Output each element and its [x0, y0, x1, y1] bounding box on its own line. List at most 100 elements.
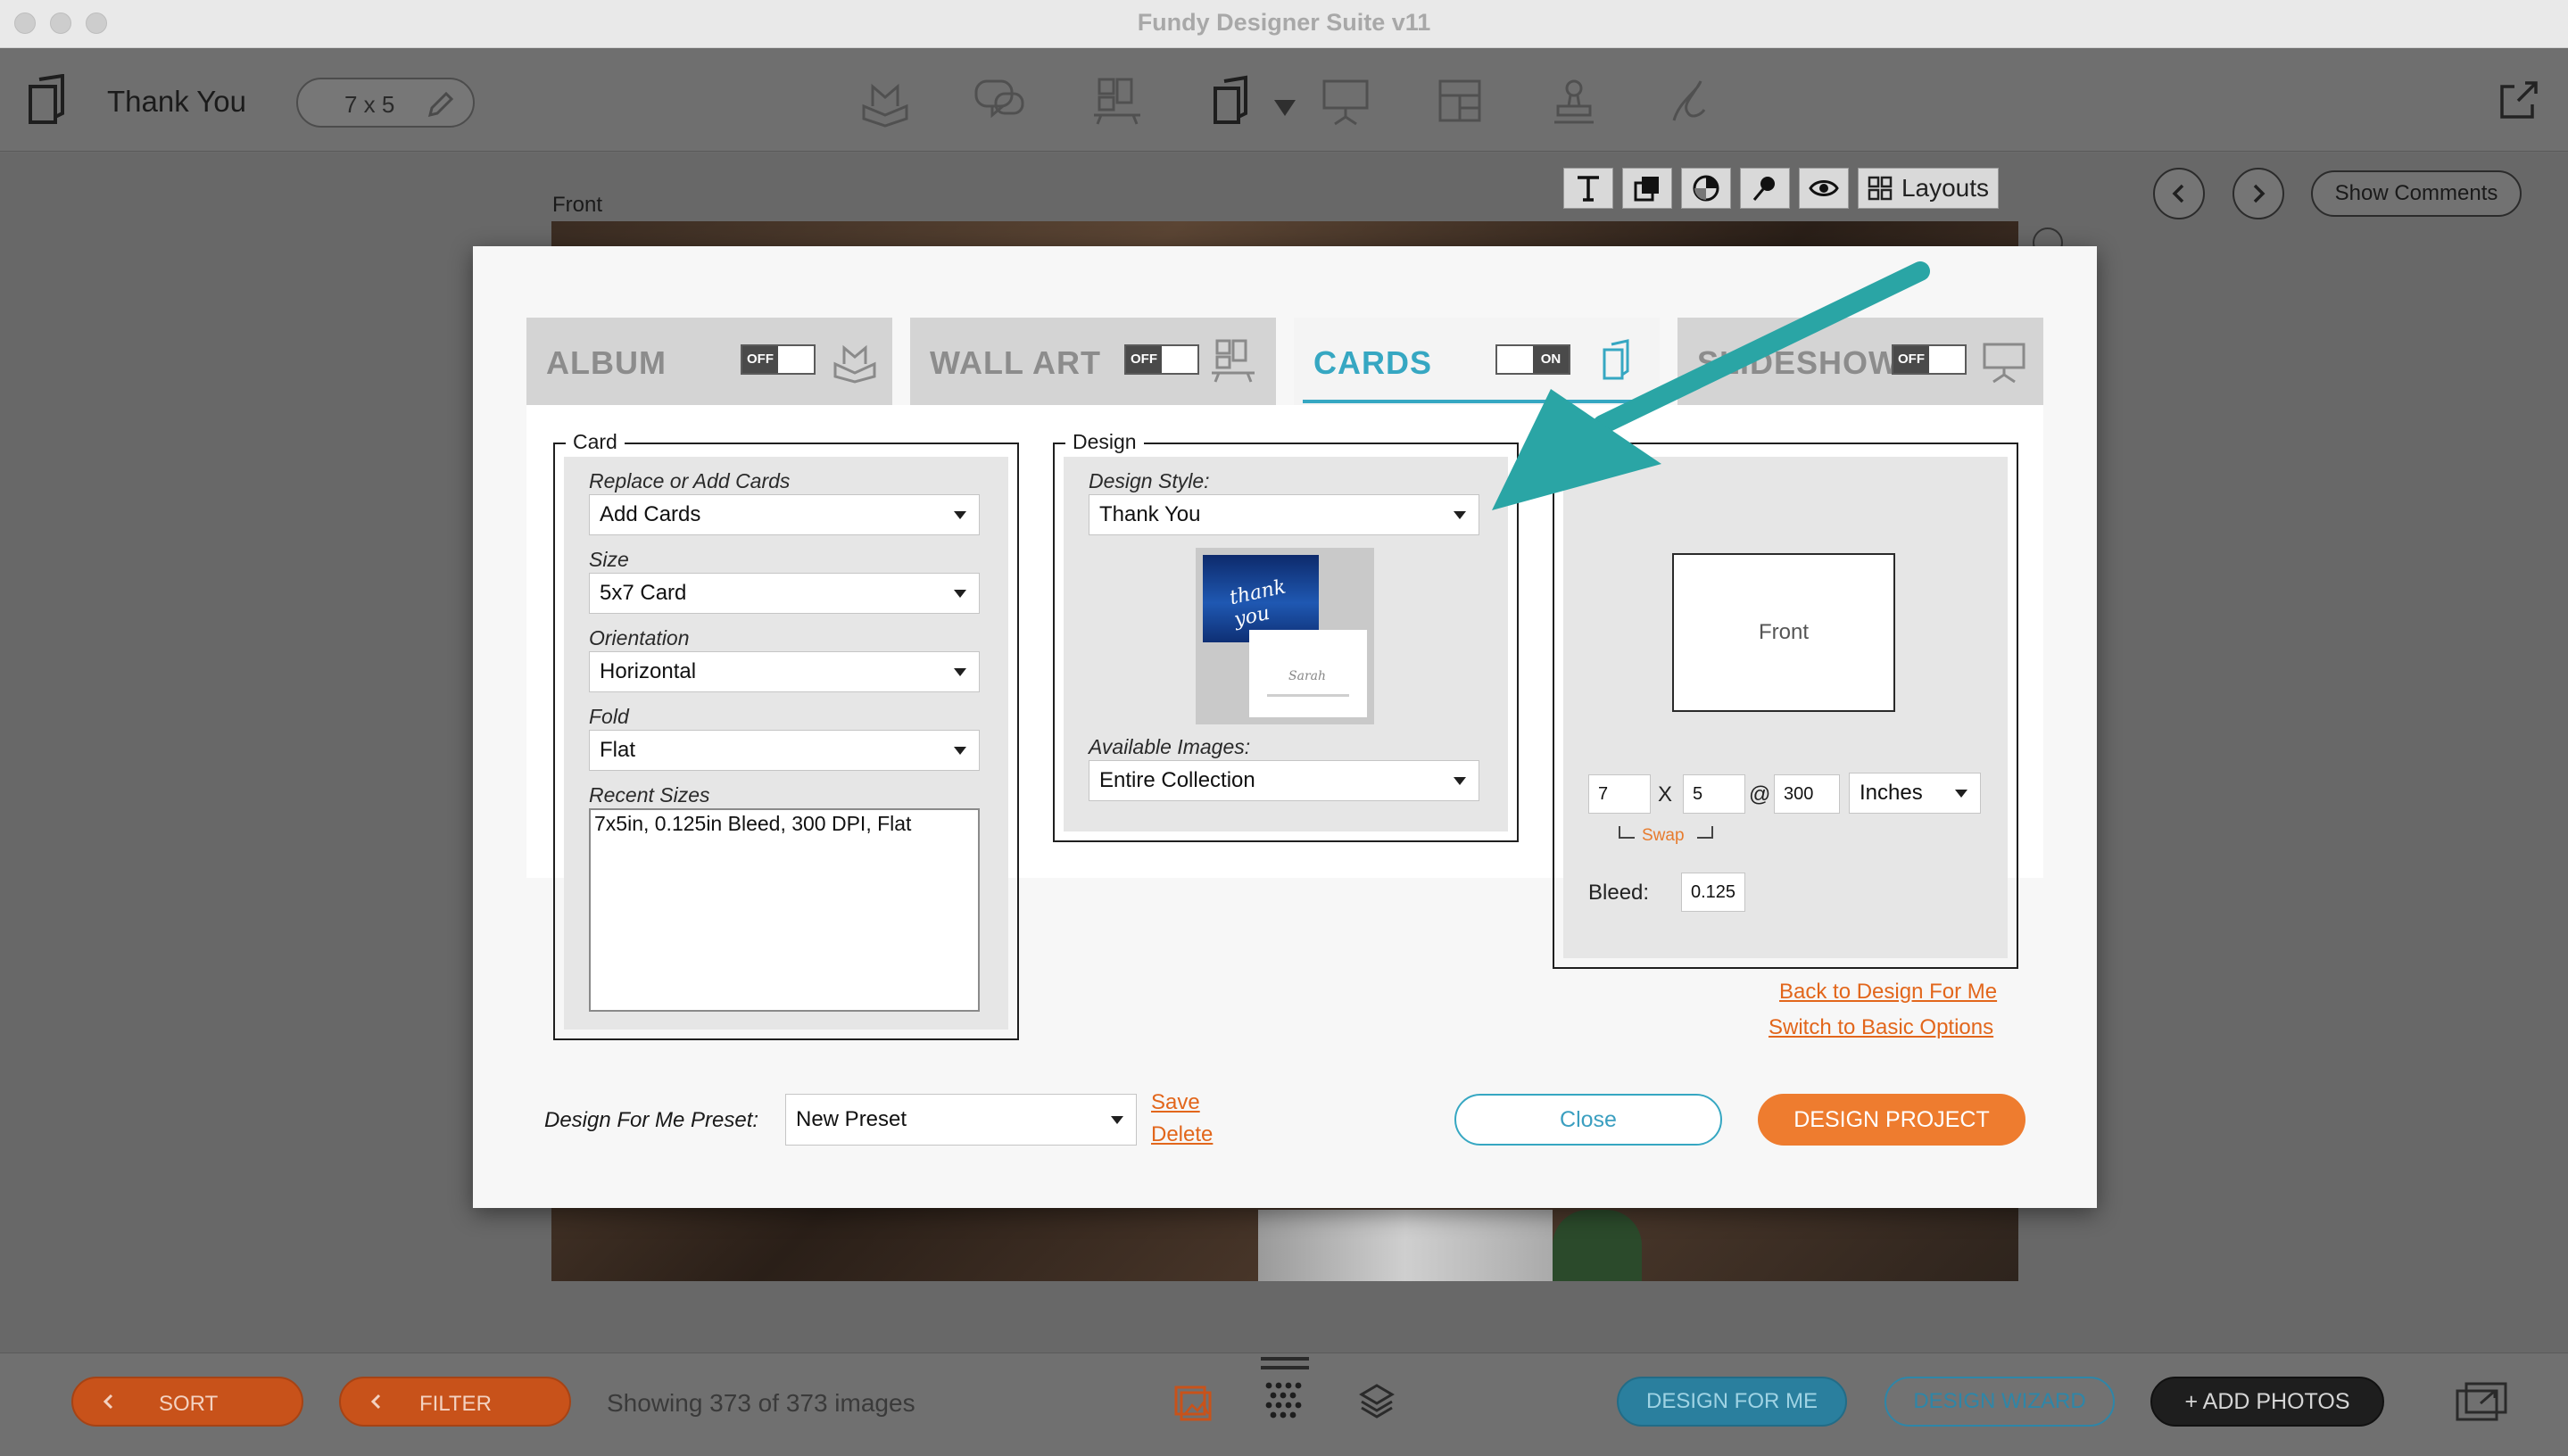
image-count-text: Showing 373 of 373 images — [607, 1389, 915, 1417]
wall-art-icon — [1212, 339, 1255, 383]
filter-button[interactable]: FILTER — [339, 1377, 571, 1427]
size-label: Size — [589, 548, 629, 571]
height-input[interactable]: 5 — [1683, 774, 1745, 814]
dropdown-arrow-icon — [954, 747, 966, 755]
grid-handle-icon[interactable] — [1261, 1357, 1309, 1369]
slideshow-icon[interactable] — [1319, 74, 1372, 128]
wall-art-icon[interactable] — [1090, 74, 1144, 128]
cards-toggle[interactable]: ON — [1495, 344, 1570, 375]
eye-icon — [1809, 180, 1839, 196]
cards-icon[interactable] — [1206, 74, 1260, 128]
chevron-left-icon — [2172, 184, 2184, 203]
export-window-icon[interactable] — [2454, 1378, 2511, 1425]
available-images-select[interactable]: Entire Collection — [1089, 760, 1479, 801]
add-photos-button[interactable]: + ADD PHOTOS — [2150, 1377, 2384, 1427]
size-value: 5x7 Card — [600, 581, 687, 605]
replace-value: Add Cards — [600, 502, 701, 526]
layout-icon[interactable] — [1433, 74, 1487, 128]
pin-tool-button[interactable] — [1740, 168, 1790, 209]
layouts-button[interactable]: Layouts — [1858, 168, 1999, 209]
available-images-label: Available Images: — [1089, 735, 1251, 758]
fold-label: Fold — [589, 705, 629, 728]
size-front-preview: Front — [1672, 553, 1895, 712]
photo-detail-gown — [1258, 1210, 1553, 1281]
open-window-icon[interactable] — [2497, 78, 2541, 122]
recent-size-item[interactable]: 7x5in, 0.125in Bleed, 300 DPI, Flat — [591, 810, 978, 838]
album-toggle-state: OFF — [742, 346, 778, 373]
show-comments-button[interactable]: Show Comments — [2311, 170, 2522, 217]
design-style-value: Thank You — [1099, 502, 1201, 526]
fold-select[interactable]: Flat — [589, 730, 980, 771]
dropdown-arrow-icon — [954, 590, 966, 598]
album-icon[interactable] — [858, 74, 912, 128]
units-value: Inches — [1860, 781, 1923, 805]
chat-icon[interactable] — [973, 74, 1026, 128]
chevron-left-icon — [370, 1394, 381, 1410]
layers-stack-icon[interactable] — [1354, 1378, 1399, 1423]
tab-wall-art[interactable]: WALL ART OFF — [910, 318, 1276, 405]
main-toolbar: Thank You 7 x 5 — [0, 49, 2568, 152]
width-input[interactable]: 7 — [1588, 774, 1651, 814]
dot-grid-icon[interactable] — [1262, 1378, 1306, 1423]
cards-toggle-state: ON — [1533, 346, 1569, 373]
recent-sizes-label: Recent Sizes — [589, 783, 710, 807]
slideshow-icon — [1983, 343, 2025, 384]
tab-album[interactable]: ALBUM OFF — [526, 318, 892, 405]
bleed-input[interactable]: 0.125 — [1681, 873, 1745, 912]
recent-sizes-list[interactable]: 7x5in, 0.125in Bleed, 300 DPI, Flat — [589, 808, 980, 1012]
previous-page-button[interactable] — [2153, 168, 2205, 219]
slideshow-toggle[interactable]: OFF — [1892, 344, 1967, 375]
signature-icon[interactable] — [1661, 74, 1715, 128]
stamp-icon[interactable] — [1547, 74, 1601, 128]
cards-icon — [29, 74, 64, 124]
tab-album-label: ALBUM — [546, 344, 667, 381]
preview-tool-button[interactable] — [1799, 168, 1849, 209]
back-to-design-link[interactable]: Back to Design For Me — [1779, 980, 1997, 1005]
tab-slideshow[interactable]: SLIDESHOW OFF — [1677, 318, 2043, 405]
album-icon — [833, 344, 876, 384]
switch-basic-options-link[interactable]: Switch to Basic Options — [1769, 1015, 1993, 1040]
design-project-button[interactable]: DESIGN PROJECT — [1758, 1094, 2025, 1146]
design-wizard-button[interactable]: DESIGN WIZARD — [1885, 1377, 2115, 1427]
swap-bracket-right — [1697, 826, 1713, 839]
next-page-button[interactable] — [2233, 168, 2284, 219]
units-select[interactable]: Inches — [1849, 773, 1981, 814]
layers-tool-button[interactable] — [1622, 168, 1672, 209]
sort-button[interactable]: SORT — [71, 1377, 303, 1427]
layers-icon — [1634, 177, 1659, 202]
dropdown-arrow-icon — [1955, 790, 1967, 798]
design-preview-thumbnail: thank you Sarah — [1196, 548, 1374, 724]
replace-select[interactable]: Add Cards — [589, 494, 980, 535]
color-wheel-icon — [1693, 175, 1719, 202]
text-tool-button[interactable] — [1563, 168, 1613, 209]
save-preset-link[interactable]: Save — [1151, 1090, 1200, 1115]
dpi-input[interactable]: 300 — [1774, 774, 1840, 814]
swap-link[interactable]: Swap — [1642, 826, 1685, 846]
pin-icon — [1752, 177, 1775, 201]
pencil-icon — [427, 91, 454, 118]
tab-cards-label: CARDS — [1313, 344, 1433, 381]
design-style-select[interactable]: Thank You — [1089, 494, 1479, 535]
design-for-me-button[interactable]: DESIGN FOR ME — [1617, 1377, 1847, 1427]
orientation-select[interactable]: Horizontal — [589, 651, 980, 692]
album-toggle[interactable]: OFF — [741, 344, 816, 375]
size-select[interactable]: 5x7 Card — [589, 573, 980, 614]
photo-stack-icon[interactable] — [1171, 1378, 1215, 1423]
design-style-label: Design Style: — [1089, 469, 1210, 492]
thumbnail-script-text: thank you — [1227, 575, 1288, 632]
size-pill[interactable]: 7 x 5 — [296, 78, 475, 128]
chevron-left-icon — [103, 1394, 113, 1410]
available-images-value: Entire Collection — [1099, 768, 1255, 792]
preset-select[interactable]: New Preset — [785, 1094, 1137, 1146]
bleed-label: Bleed: — [1588, 881, 1650, 905]
delete-preset-link[interactable]: Delete — [1151, 1122, 1213, 1147]
wall-art-toggle[interactable]: OFF — [1124, 344, 1199, 375]
wall-art-toggle-state: OFF — [1126, 346, 1162, 373]
photo-detail-bouquet — [1553, 1210, 1642, 1281]
color-tool-button[interactable] — [1681, 168, 1731, 209]
filter-label: FILTER — [419, 1392, 492, 1416]
close-button[interactable]: Close — [1454, 1094, 1722, 1146]
size-group-legend: Size — [1565, 430, 1619, 454]
tab-cards[interactable]: CARDS ON — [1294, 318, 1660, 405]
dropdown-arrow-icon — [954, 668, 966, 676]
